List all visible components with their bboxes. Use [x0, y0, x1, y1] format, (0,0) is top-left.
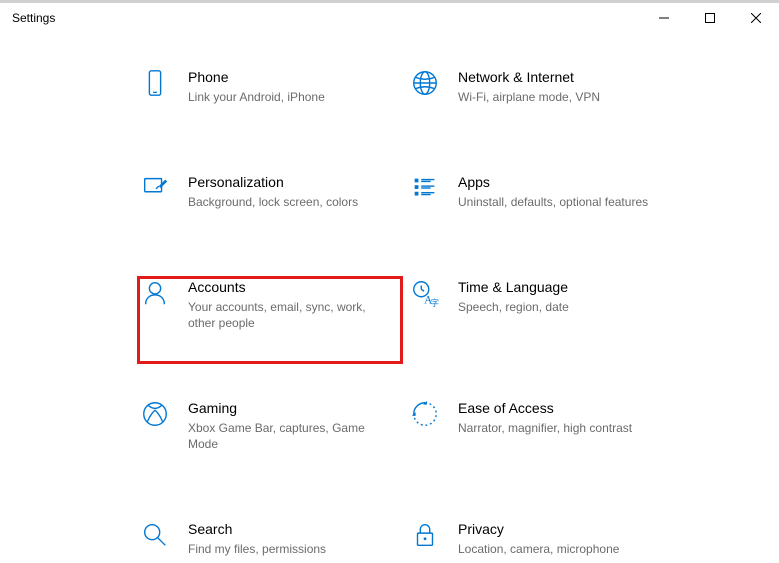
tile-desc: Wi-Fi, airplane mode, VPN: [458, 89, 600, 105]
xbox-icon: [140, 399, 188, 429]
tile-desc: Find my files, permissions: [188, 541, 326, 557]
maximize-button[interactable]: [687, 3, 733, 32]
tile-accounts[interactable]: Accounts Your accounts, email, sync, wor…: [140, 272, 410, 337]
time-language-icon: A 字: [410, 278, 458, 308]
tile-title: Apps: [458, 173, 648, 191]
tile-desc: Xbox Game Bar, captures, Game Mode: [188, 420, 382, 452]
close-button[interactable]: [733, 3, 779, 32]
tile-desc: Background, lock screen, colors: [188, 194, 358, 210]
tile-desc: Narrator, magnifier, high contrast: [458, 420, 632, 436]
tile-title: Time & Language: [458, 278, 569, 296]
tile-personalization[interactable]: Personalization Background, lock screen,…: [140, 167, 410, 216]
titlebar: Settings: [0, 0, 779, 32]
phone-icon: [140, 68, 188, 98]
tile-title: Gaming: [188, 399, 382, 417]
globe-icon: [410, 68, 458, 98]
tile-desc: Uninstall, defaults, optional features: [458, 194, 648, 210]
tile-privacy[interactable]: Privacy Location, camera, microphone: [410, 514, 680, 563]
tile-title: Privacy: [458, 520, 619, 538]
tile-search[interactable]: Search Find my files, permissions: [140, 514, 410, 563]
tile-desc: Link your Android, iPhone: [188, 89, 325, 105]
tile-title: Search: [188, 520, 326, 538]
tile-time-language[interactable]: A 字 Time & Language Speech, region, date: [410, 272, 680, 337]
tile-network[interactable]: Network & Internet Wi-Fi, airplane mode,…: [410, 62, 680, 111]
settings-grid: Phone Link your Android, iPhone Network …: [140, 32, 779, 563]
paintbrush-icon: [140, 173, 188, 203]
ease-of-access-icon: [410, 399, 458, 429]
window-title: Settings: [12, 11, 641, 25]
tile-title: Ease of Access: [458, 399, 632, 417]
apps-list-icon: [410, 173, 458, 203]
tile-title: Network & Internet: [458, 68, 600, 86]
tile-title: Phone: [188, 68, 325, 86]
minimize-button[interactable]: [641, 3, 687, 32]
tile-gaming[interactable]: Gaming Xbox Game Bar, captures, Game Mod…: [140, 393, 410, 458]
tile-ease-of-access[interactable]: Ease of Access Narrator, magnifier, high…: [410, 393, 680, 458]
tile-desc: Location, camera, microphone: [458, 541, 619, 557]
tile-title: Personalization: [188, 173, 358, 191]
person-icon: [140, 278, 188, 308]
tile-desc: Your accounts, email, sync, work, other …: [188, 299, 382, 331]
tile-desc: Speech, region, date: [458, 299, 569, 315]
tile-phone[interactable]: Phone Link your Android, iPhone: [140, 62, 410, 111]
svg-text:字: 字: [431, 298, 439, 308]
tile-title: Accounts: [188, 278, 382, 296]
tile-apps[interactable]: Apps Uninstall, defaults, optional featu…: [410, 167, 680, 216]
